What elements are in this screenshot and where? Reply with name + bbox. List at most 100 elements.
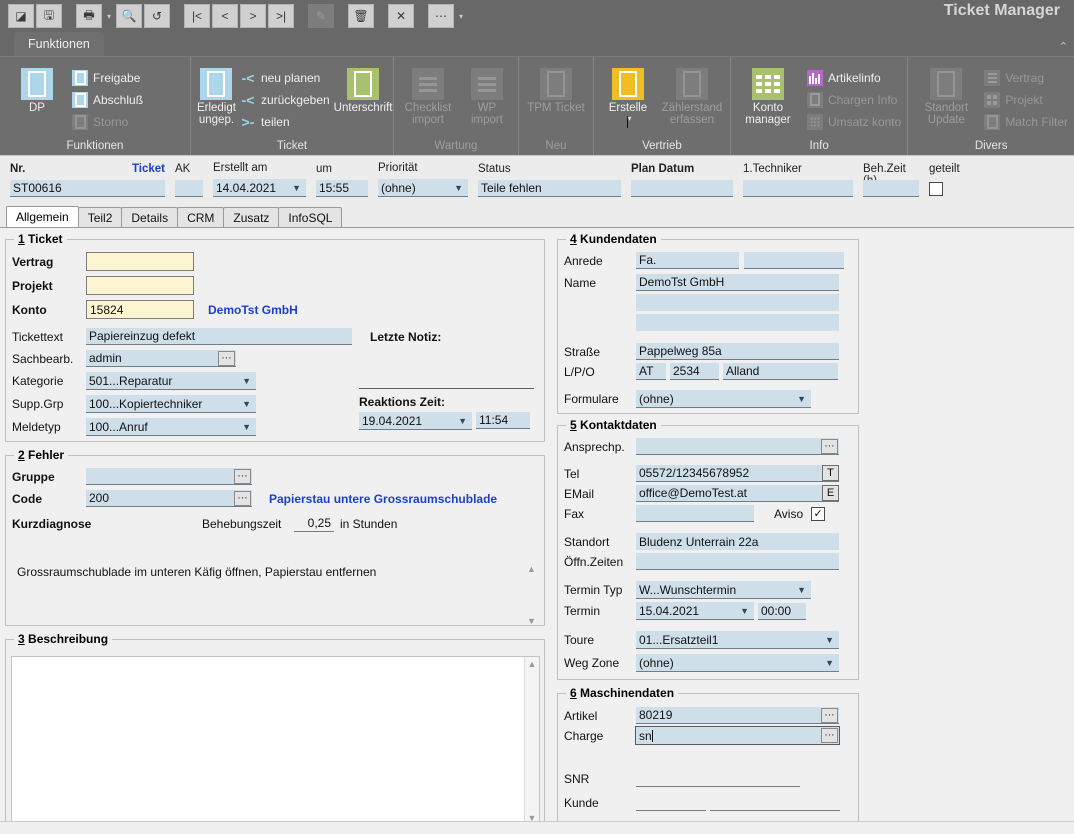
gruppe-input[interactable]: ⋯	[86, 468, 252, 485]
tab-crm[interactable]: CRM	[177, 207, 225, 227]
ribbon-button-neu-planen[interactable]: -< neu planen	[240, 67, 330, 88]
tel-input[interactable]: 05572/12345678952 T	[636, 465, 839, 482]
letzte-notiz-value[interactable]	[359, 341, 534, 389]
code-input[interactable]: 200 ⋯	[86, 490, 252, 507]
scroll-down-icon[interactable]: ▼	[528, 813, 537, 821]
ansprechp-input[interactable]: ⋯	[636, 438, 839, 455]
charge-ellipsis-button[interactable]: ⋯	[821, 728, 838, 743]
save-icon[interactable]: 🖫	[36, 4, 62, 28]
more-icon[interactable]: ⋯	[428, 4, 454, 28]
beschreibung-memo[interactable]: ▲ ▼	[11, 656, 540, 821]
diagnose-scrollbar[interactable]: ▲ ▼	[524, 562, 539, 628]
email-send-button[interactable]: E	[822, 485, 839, 501]
last-record-icon[interactable]: >|	[268, 4, 294, 28]
kunde-input[interactable]	[636, 794, 706, 811]
land-input[interactable]: AT	[636, 363, 666, 380]
kategorie-combo[interactable]: 501...Reparatur ▼	[86, 372, 256, 390]
konto-input[interactable]: 15824	[86, 300, 194, 319]
name1-input[interactable]: DemoTst GmbH	[636, 274, 839, 291]
beschreibung-scrollbar[interactable]: ▲ ▼	[524, 657, 539, 821]
termin-date-combo[interactable]: 15.04.2021 ▼	[636, 602, 754, 620]
search-icon[interactable]: 🔍	[116, 4, 142, 28]
aviso-checkbox[interactable]: ✓	[811, 506, 826, 521]
diagnose-memo[interactable]: Grossraumschublade im unteren Käfig öffn…	[12, 562, 539, 628]
scroll-up-icon[interactable]: ▲	[527, 564, 536, 574]
kunde-name-input[interactable]	[710, 794, 840, 811]
ribbon-button-unterschrift[interactable]: Unterschrift	[334, 64, 392, 114]
first-record-icon[interactable]: |<	[184, 4, 210, 28]
tab-allgemein[interactable]: Allgemein	[6, 206, 79, 227]
termin-time-input[interactable]: 00:00	[758, 602, 806, 620]
tab-infosql[interactable]: InfoSQL	[278, 207, 343, 227]
next-record-icon[interactable]: >	[240, 4, 266, 28]
toure-combo[interactable]: 01...Ersatzteil1 ▼	[636, 631, 839, 649]
erstellt-am-date-combo[interactable]: 14.04.2021 ▼	[213, 179, 306, 197]
plz-input[interactable]: 2534	[670, 363, 719, 380]
edit-toggle-icon[interactable]: ◪	[8, 4, 34, 28]
erstelle-dropdown-caret[interactable]: ▾	[627, 115, 631, 128]
sachbearb-ellipsis-button[interactable]: ⋯	[218, 351, 235, 366]
ansprechp-ellipsis-button[interactable]: ⋯	[821, 439, 838, 454]
geteilt-checkbox[interactable]	[929, 181, 943, 196]
ribbon-button-erledigt-ungep[interactable]: Erledigt ungep.	[197, 64, 236, 126]
print-dropdown-caret[interactable]: ▾	[104, 5, 114, 27]
oeffnzeiten-input[interactable]	[636, 553, 839, 570]
artikel-ellipsis-button[interactable]: ⋯	[821, 708, 838, 723]
refresh-icon[interactable]: ↺	[144, 4, 170, 28]
ribbon-button-artikelinfo[interactable]: Artikelinfo	[806, 67, 901, 88]
meldetyp-combo[interactable]: 100...Anruf ▼	[86, 418, 256, 436]
gruppe-ellipsis-button[interactable]: ⋯	[234, 469, 251, 484]
ribbon-button-erstelle[interactable]: Erstelle ▾	[600, 64, 656, 128]
ort-input[interactable]: Alland	[723, 363, 838, 380]
fax-input[interactable]	[636, 505, 754, 522]
code-ellipsis-button[interactable]: ⋯	[234, 491, 251, 506]
tab-teil2[interactable]: Teil2	[77, 207, 123, 227]
snr-input[interactable]	[636, 770, 800, 787]
cancel-icon[interactable]: ✕	[388, 4, 414, 28]
anrede-title-input[interactable]	[744, 252, 844, 269]
more-dropdown-caret[interactable]: ▾	[456, 5, 466, 27]
termintyp-combo[interactable]: W...Wunschtermin ▼	[636, 581, 811, 599]
ticket-link[interactable]: Ticket	[132, 163, 165, 177]
name2-input[interactable]	[636, 294, 839, 311]
um-input[interactable]: 15:55	[316, 180, 368, 197]
tel-dial-button[interactable]: T	[822, 465, 839, 481]
delete-icon[interactable]: 🗑	[348, 4, 374, 28]
ribbon-button-zurueckgeben[interactable]: -< zurückgeben	[240, 89, 330, 110]
nr-input[interactable]: ST00616	[10, 180, 165, 197]
anrede-input[interactable]: Fa.	[636, 252, 739, 269]
tickettext-input[interactable]: Papiereinzug defekt	[86, 328, 352, 345]
name3-input[interactable]	[636, 314, 839, 331]
email-input[interactable]: office@DemoTest.at E	[636, 485, 839, 502]
ribbon-button-dp[interactable]: DP	[6, 64, 68, 114]
formulare-combo[interactable]: (ohne) ▼	[636, 390, 811, 408]
suppgrp-combo[interactable]: 100...Kopiertechniker ▼	[86, 395, 256, 413]
artikel-input[interactable]: 80219 ⋯	[636, 707, 839, 724]
ribbon-button-abschluss[interactable]: Abschluß	[72, 89, 143, 110]
tab-details[interactable]: Details	[121, 207, 179, 227]
vertrag-input[interactable]	[86, 252, 194, 271]
ak-input[interactable]	[175, 180, 203, 197]
prioritaet-combo[interactable]: (ohne) ▼	[378, 179, 468, 197]
standort-input[interactable]: Bludenz Unterrain 22a	[636, 533, 839, 550]
scroll-up-icon[interactable]: ▲	[528, 659, 537, 669]
status-input[interactable]: Teile fehlen	[478, 180, 621, 197]
behzeit-input[interactable]	[863, 180, 919, 197]
ribbon-button-konto-manager[interactable]: Konto manager	[737, 64, 799, 126]
sachbearb-input[interactable]: admin ⋯	[86, 350, 236, 367]
ribbon-button-teilen[interactable]: >- teilen	[240, 111, 330, 132]
print-icon[interactable]: 🖶	[76, 4, 102, 28]
tab-zusatz[interactable]: Zusatz	[223, 207, 280, 227]
ribbon-button-freigabe[interactable]: Freigabe	[72, 67, 143, 88]
scroll-down-icon[interactable]: ▼	[527, 616, 536, 626]
techniker-input[interactable]	[743, 180, 853, 197]
plan-datum-input[interactable]	[631, 180, 733, 197]
behebungszeit-input[interactable]: 0,25	[294, 515, 334, 532]
reaktions-time-input[interactable]: 11:54	[476, 412, 530, 429]
strasse-input[interactable]: Pappelweg 85a	[636, 343, 839, 360]
konto-name-link[interactable]: DemoTst GmbH	[208, 303, 298, 317]
previous-record-icon[interactable]: <	[212, 4, 238, 28]
projekt-input[interactable]	[86, 276, 194, 295]
reaktions-date-combo[interactable]: 19.04.2021 ▼	[359, 412, 472, 430]
wegzone-combo[interactable]: (ohne) ▼	[636, 654, 839, 672]
